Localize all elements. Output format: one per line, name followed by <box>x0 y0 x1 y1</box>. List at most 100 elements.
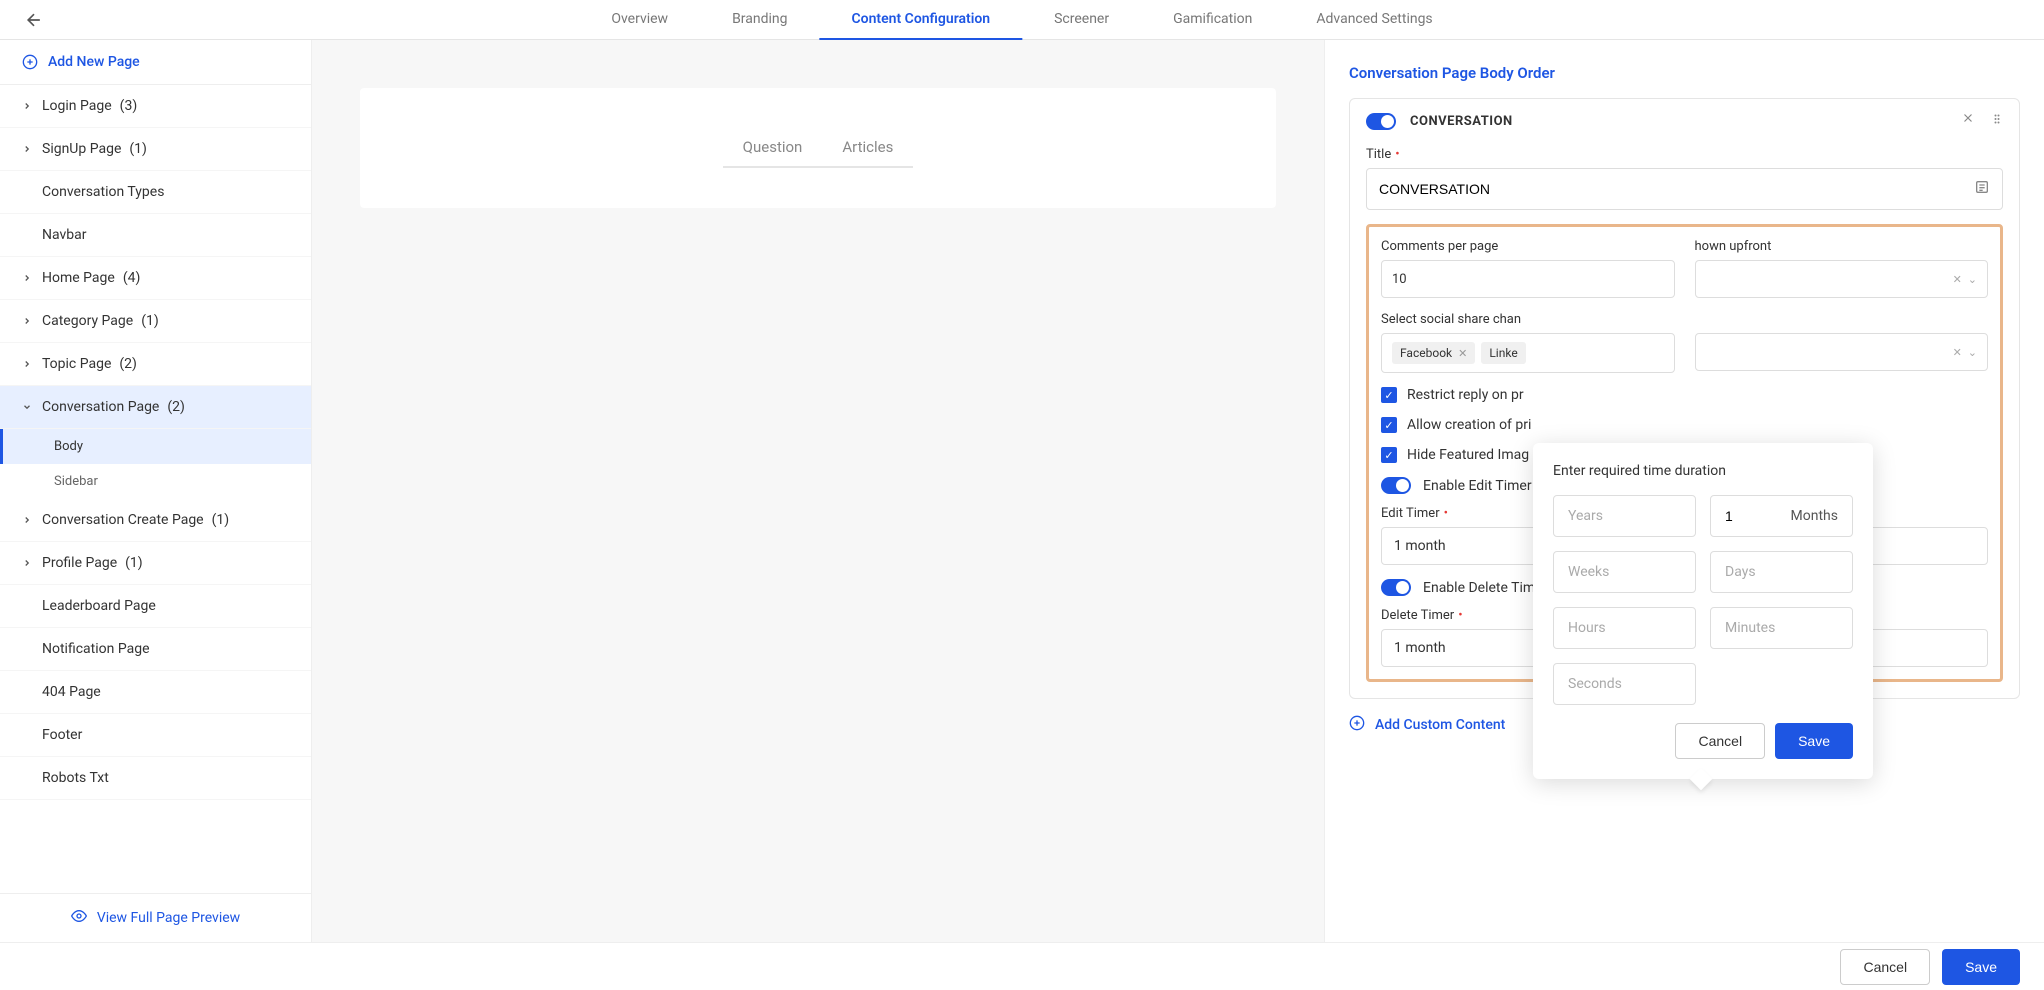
config-panel: Conversation Page Body Order CONVERSATIO… <box>1324 40 2044 942</box>
title-input[interactable] <box>1366 168 2003 210</box>
tab-branding[interactable]: Branding <box>700 0 819 40</box>
footer-save-button[interactable]: Save <box>1942 949 2020 985</box>
comments-per-page-label: Comments per page <box>1381 239 1675 254</box>
form-icon[interactable] <box>1974 179 1990 199</box>
tab-content-configuration[interactable]: Content Configuration <box>820 0 1023 40</box>
tag-facebook: Facebook✕ <box>1392 342 1475 364</box>
clear-icon[interactable]: ✕ <box>1953 273 1962 286</box>
popover-save-button[interactable]: Save <box>1775 723 1853 759</box>
add-new-page-label: Add New Page <box>48 54 140 70</box>
preview-tab-question[interactable]: Question <box>723 128 823 168</box>
tab-overview[interactable]: Overview <box>579 0 700 40</box>
chevron-right-icon <box>22 316 34 326</box>
clear-icon[interactable]: ✕ <box>1953 346 1962 359</box>
conversation-header: CONVERSATION <box>1350 99 2019 143</box>
allow-private-row[interactable]: ✓Allow creation of pri <box>1381 417 1988 433</box>
topbar: Overview Branding Content Configuration … <box>0 0 2044 40</box>
checkbox-icon: ✓ <box>1381 417 1397 433</box>
social-share-select[interactable]: Facebook✕ Linke <box>1381 333 1675 373</box>
chevron-right-icon <box>22 558 34 568</box>
checkbox-icon: ✓ <box>1381 387 1397 403</box>
years-input[interactable]: Years <box>1553 495 1696 537</box>
preview-area: Question Articles <box>312 40 1324 942</box>
header-actions <box>1961 111 2003 131</box>
sidebar-item-robots-txt[interactable]: Robots Txt <box>0 757 311 800</box>
drag-handle-icon[interactable] <box>1991 111 2003 131</box>
chevron-right-icon <box>22 144 34 154</box>
content-area: Question Articles Conversation Page Body… <box>312 40 2044 942</box>
back-button[interactable] <box>24 10 44 30</box>
sidebar-item-category-page[interactable]: Category Page(1) <box>0 300 311 343</box>
upfront-label: hown upfront <box>1695 239 1989 254</box>
tag-remove-icon[interactable]: ✕ <box>1458 347 1467 360</box>
upfront-select[interactable]: ✕⌄ <box>1695 260 1989 298</box>
checkbox-icon: ✓ <box>1381 447 1397 463</box>
chevron-down-icon <box>22 402 34 412</box>
sidebar-item-notification-page[interactable]: Notification Page <box>0 628 311 671</box>
tab-screener[interactable]: Screener <box>1022 0 1141 40</box>
chevron-down-icon[interactable]: ⌄ <box>1968 273 1977 286</box>
footer: Cancel Save <box>0 942 2044 990</box>
preview-card: Question Articles <box>360 88 1276 208</box>
sidebar-item-footer[interactable]: Footer <box>0 714 311 757</box>
tab-advanced-settings[interactable]: Advanced Settings <box>1284 0 1464 40</box>
months-input[interactable]: Months <box>1710 495 1853 537</box>
top-tabs: Overview Branding Content Configuration … <box>579 0 1464 40</box>
chevron-right-icon <box>22 515 34 525</box>
sidebar: Add New Page Login Page(3) SignUp Page(1… <box>0 40 312 942</box>
conversation-body: Title • Comments per page 10 <box>1350 143 2019 698</box>
conversation-block-label: CONVERSATION <box>1410 114 1947 129</box>
conversation-toggle[interactable] <box>1366 113 1396 130</box>
eye-icon <box>71 908 87 928</box>
plus-circle-icon <box>22 54 38 70</box>
duration-popover: Enter required time duration Years Month… <box>1533 443 1873 779</box>
close-icon[interactable] <box>1961 111 1975 131</box>
sidebar-item-topic-page[interactable]: Topic Page(2) <box>0 343 311 386</box>
sidebar-item-body[interactable]: Body <box>0 429 311 464</box>
extra-label <box>1695 312 1989 327</box>
sidebar-item-navbar[interactable]: Navbar <box>0 214 311 257</box>
footer-cancel-button[interactable]: Cancel <box>1840 949 1930 985</box>
chevron-right-icon <box>22 273 34 283</box>
extra-select[interactable]: ✕⌄ <box>1695 333 1989 371</box>
nav-list: Login Page(3) SignUp Page(1) Conversatio… <box>0 85 311 893</box>
popover-cancel-button[interactable]: Cancel <box>1675 723 1765 759</box>
sidebar-item-home-page[interactable]: Home Page(4) <box>0 257 311 300</box>
sidebar-item-leaderboard-page[interactable]: Leaderboard Page <box>0 585 311 628</box>
popover-title: Enter required time duration <box>1553 463 1853 479</box>
plus-circle-icon <box>1349 715 1365 735</box>
social-share-label: Select social share chan <box>1381 312 1675 327</box>
view-full-page-preview[interactable]: View Full Page Preview <box>0 893 311 942</box>
chevron-right-icon <box>22 101 34 111</box>
tag-linkedin: Linke <box>1481 342 1525 364</box>
conversation-block: CONVERSATION Title • <box>1349 98 2020 699</box>
title-field-label: Title • <box>1366 147 2003 162</box>
sidebar-item-conversation-types[interactable]: Conversation Types <box>0 171 311 214</box>
sidebar-item-conversation-page[interactable]: Conversation Page(2) <box>0 386 311 429</box>
chevron-right-icon <box>22 359 34 369</box>
panel-title: Conversation Page Body Order <box>1349 64 2020 82</box>
sidebar-item-login-page[interactable]: Login Page(3) <box>0 85 311 128</box>
days-input[interactable]: Days <box>1710 551 1853 593</box>
comments-per-page-select[interactable]: 10 <box>1381 260 1675 298</box>
minutes-input[interactable]: Minutes <box>1710 607 1853 649</box>
sidebar-item-signup-page[interactable]: SignUp Page(1) <box>0 128 311 171</box>
sidebar-item-sidebar[interactable]: Sidebar <box>0 464 311 499</box>
restrict-reply-row[interactable]: ✓Restrict reply on pr <box>1381 387 1988 403</box>
weeks-input[interactable]: Weeks <box>1553 551 1696 593</box>
sidebar-item-profile-page[interactable]: Profile Page(1) <box>0 542 311 585</box>
seconds-input[interactable]: Seconds <box>1553 663 1696 705</box>
highlighted-settings: Comments per page 10 hown upfront ✕⌄ <box>1366 224 2003 682</box>
preview-tab-articles[interactable]: Articles <box>822 128 913 168</box>
preview-tabs: Question Articles <box>360 128 1276 168</box>
sidebar-item-404-page[interactable]: 404 Page <box>0 671 311 714</box>
delete-timer-toggle[interactable] <box>1381 579 1411 596</box>
hours-input[interactable]: Hours <box>1553 607 1696 649</box>
sidebar-item-conversation-create-page[interactable]: Conversation Create Page(1) <box>0 499 311 542</box>
title-input-field[interactable] <box>1379 181 1974 197</box>
main-layout: Add New Page Login Page(3) SignUp Page(1… <box>0 40 2044 942</box>
edit-timer-toggle[interactable] <box>1381 477 1411 494</box>
chevron-down-icon[interactable]: ⌄ <box>1968 346 1977 359</box>
add-new-page-button[interactable]: Add New Page <box>0 40 311 85</box>
tab-gamification[interactable]: Gamification <box>1141 0 1284 40</box>
